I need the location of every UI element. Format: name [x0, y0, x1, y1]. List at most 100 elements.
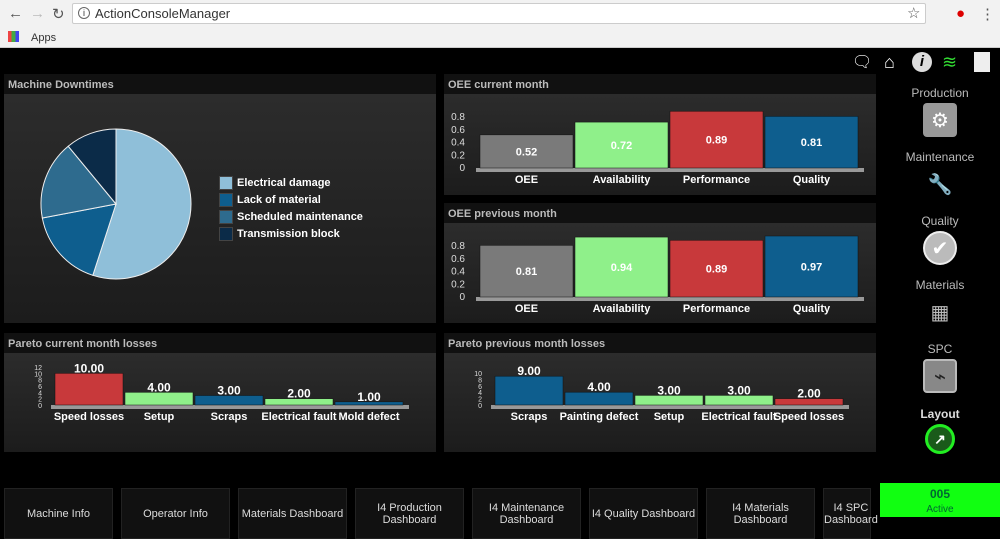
sidebar-item-layout[interactable]: Layout ↗: [880, 407, 1000, 454]
dashboard-tab[interactable]: I4 Maintenance Dashboard: [472, 488, 581, 539]
bookmark-apps[interactable]: Apps: [8, 31, 56, 44]
y-tick-label: 0.8: [451, 112, 465, 123]
sidebar-label: Maintenance: [905, 150, 975, 164]
dashboard-tab[interactable]: Operator Info: [121, 488, 230, 539]
pareto-previous-chart: 10864209.00Scraps4.00Painting defect3.00…: [474, 364, 849, 423]
x-axis-baseline: [51, 405, 409, 409]
sidebar-item-materials[interactable]: Materials ▦: [880, 278, 1000, 329]
chat-icon[interactable]: 🗨: [852, 52, 872, 72]
data-label: 0.81: [801, 137, 822, 149]
x-tick-label: Speed losses: [774, 411, 844, 423]
browser-chrome: ← → ↻ i ActionConsoleManager ☆ ● ⋮ Apps: [0, 0, 1000, 48]
panel-title: OEE previous month: [444, 203, 876, 223]
sidebar-item-maintenance[interactable]: Maintenance 🔧: [880, 150, 1000, 201]
wrench-icon: 🔧: [927, 173, 953, 196]
sidebar-label: SPC: [927, 342, 953, 356]
chip-icon: ⌁: [923, 359, 957, 393]
y-tick-label: 0: [459, 292, 465, 303]
reload-icon[interactable]: ↻: [52, 5, 65, 23]
oee-current-chart: 0.8 0.6 0.40.2 0 0.52 OEE 0.72 Availability 0.89…: [451, 111, 864, 186]
x-axis-baseline: [476, 168, 864, 172]
y-tick-label: 0.2: [451, 279, 465, 290]
pie-legend: Electrical damage Lack of material Schedul…: [219, 174, 363, 242]
y-tick-label: 0.8: [451, 241, 465, 252]
legend-swatch: [219, 226, 233, 241]
x-tick-label: Availability: [593, 303, 652, 315]
x-axis-baseline: [476, 297, 864, 301]
bar: [54, 373, 124, 406]
apps-icon: [8, 31, 19, 42]
x-tick-label: Scraps: [511, 411, 548, 423]
extension-icon[interactable]: ●: [956, 5, 965, 22]
x-tick-label: Speed losses: [54, 411, 124, 423]
home-icon[interactable]: ⌂: [884, 52, 895, 73]
panel-title: Pareto current month losses: [4, 333, 436, 353]
dashboard-tab[interactable]: I4 Production Dashboard: [355, 488, 464, 539]
sidebar-item-quality[interactable]: Quality ✔: [880, 214, 1000, 265]
x-tick-label: OEE: [515, 303, 538, 315]
dashboard-tab[interactable]: I4 Materials Dashboard: [706, 488, 815, 539]
x-tick-label: Electrical fault: [261, 411, 337, 423]
exit-door-icon[interactable]: [974, 52, 990, 72]
y-tick-label: 0.6: [451, 254, 465, 265]
y-tick-label: 0.2: [451, 150, 465, 161]
data-label: 4.00: [147, 380, 171, 394]
menu-icon[interactable]: ⋮: [980, 5, 995, 23]
gauge-icon: ↗: [925, 424, 955, 454]
data-label: 1.00: [357, 390, 381, 404]
dashboard-tab[interactable]: I4 Quality Dashboard: [589, 488, 698, 539]
x-tick-label: Painting defect: [560, 411, 639, 423]
status-code: 005: [929, 487, 951, 501]
x-tick-label: Quality: [793, 174, 831, 186]
legend-swatch: [219, 175, 233, 190]
machine-downtimes-panel: Machine Downtimes Electrical damage Lack …: [4, 74, 436, 323]
x-tick-label: Quality: [793, 303, 831, 315]
pareto-current-chart: 12108642010.00Speed losses4.00Setup3.00S…: [34, 361, 409, 423]
x-tick-label: Mold defect: [338, 411, 399, 423]
legend-item: Transmission block: [219, 225, 363, 242]
legend-item: Scheduled maintenance: [219, 208, 363, 225]
data-label: 0.97: [801, 262, 822, 274]
oee-current-panel: OEE current month 0.8 0.6 0.4 0.2 0 0.52 OEE 0.…: [444, 74, 876, 195]
x-axis-baseline: [491, 405, 849, 409]
oee-previous-chart: 0.8 0.6 0.40.2 0 0.81 OEE 0.94 Availability 0.89…: [451, 235, 864, 315]
sidebar-label: Materials: [915, 278, 965, 292]
data-label: 0.52: [516, 146, 537, 158]
star-icon[interactable]: ☆: [907, 4, 920, 22]
x-tick-label: Availability: [593, 174, 652, 186]
y-tick-label: 0.6: [451, 125, 465, 136]
oee-previous-panel: OEE previous month 0.8 0.6 0.4 0.2 0 0.81 OEE 0…: [444, 203, 876, 323]
back-icon[interactable]: ←: [8, 5, 23, 22]
legend-swatch: [219, 209, 233, 224]
panel-title: Pareto previous month losses: [444, 333, 876, 353]
y-tick-label: 0: [459, 163, 465, 174]
sidebar-item-spc[interactable]: SPC ⌁: [880, 342, 1000, 393]
sidebar-label: Layout: [920, 407, 960, 421]
panel-title: Machine Downtimes: [4, 74, 436, 94]
data-label: 0.81: [516, 266, 537, 278]
x-tick-label: OEE: [515, 174, 538, 186]
x-tick-label: Electrical fault: [701, 411, 777, 423]
sidebar-item-production[interactable]: Production ⚙: [880, 86, 1000, 137]
info-icon: i: [78, 7, 90, 19]
dashboard-tab[interactable]: I4 SPC Dashboard: [823, 488, 878, 539]
panel-title: OEE current month: [444, 74, 876, 94]
address-bar[interactable]: i ActionConsoleManager: [72, 3, 926, 24]
data-label: 0.89: [706, 135, 727, 147]
legend-label: Scheduled maintenance: [237, 210, 363, 223]
pareto-previous-panel: Pareto previous month losses 10 8 6 4 2 0 9.00…: [444, 333, 876, 452]
wifi-icon: ≋: [942, 52, 958, 72]
legend-label: Lack of material: [237, 193, 321, 206]
url-text: ActionConsoleManager: [95, 6, 231, 21]
info-circle-icon[interactable]: i: [912, 52, 932, 72]
legend-item: Electrical damage: [219, 174, 363, 191]
dashboard-tab[interactable]: Materials Dashboard: [238, 488, 347, 539]
apps-label: Apps: [31, 32, 57, 44]
forward-icon[interactable]: →: [30, 5, 45, 22]
data-label: 3.00: [727, 383, 751, 397]
x-tick-label: Performance: [683, 303, 750, 315]
bar: [494, 375, 564, 406]
y-tick-label: 0: [38, 403, 42, 410]
dashboard-tab[interactable]: Machine Info: [4, 488, 113, 539]
data-label: 3.00: [217, 384, 241, 398]
